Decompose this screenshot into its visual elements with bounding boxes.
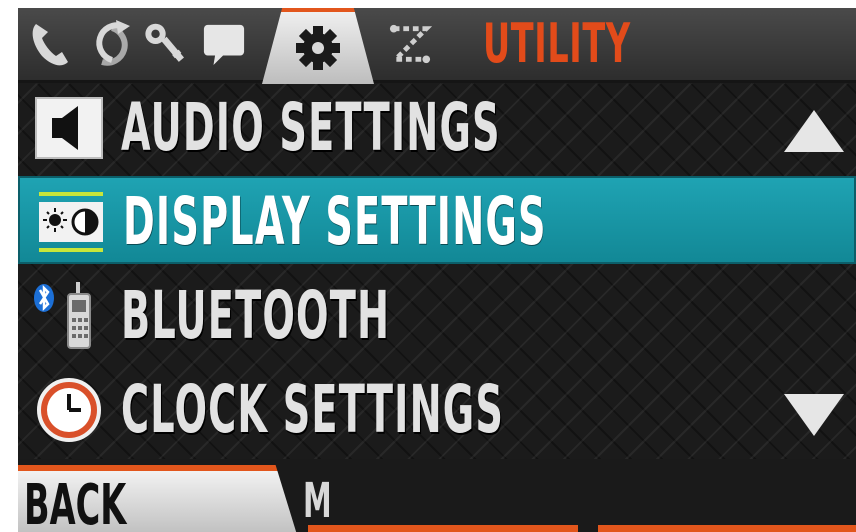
- menu-item-label: BLUETOOTH: [121, 277, 391, 354]
- partial-softkey-label: M: [303, 473, 332, 529]
- menu-item-display-settings[interactable]: DISPLAY SETTINGS: [18, 176, 856, 264]
- menu-item-label: DISPLAY SETTINGS: [123, 183, 547, 260]
- speaker-icon: [32, 94, 106, 162]
- menu-item-audio-settings[interactable]: AUDIO SETTINGS: [18, 84, 856, 172]
- softkey-accent-strip: [308, 525, 578, 532]
- menu-item-label: CLOCK SETTINGS: [121, 371, 505, 448]
- clock-icon: [32, 376, 106, 444]
- scroll-down-arrow-icon[interactable]: [782, 390, 846, 440]
- route-icon[interactable]: [388, 14, 432, 74]
- tab-bar: UTILITY: [18, 8, 856, 84]
- bluetooth-phone-icon: [32, 282, 106, 350]
- softkey-accent-strip: [598, 525, 856, 532]
- key-icon[interactable]: [142, 14, 186, 74]
- page-title: UTILITY: [483, 12, 631, 75]
- back-button[interactable]: BACK: [18, 465, 298, 532]
- menu-item-label: AUDIO SETTINGS: [121, 89, 501, 166]
- gear-icon: [293, 23, 343, 73]
- menu-item-bluetooth[interactable]: BLUETOOTH: [18, 272, 856, 360]
- bottom-bar: BACK M: [18, 459, 856, 532]
- back-button-label: BACK: [24, 473, 127, 532]
- tab-settings[interactable]: [262, 8, 374, 84]
- menu-item-clock-settings[interactable]: CLOCK SETTINGS: [18, 366, 856, 454]
- sync-icon[interactable]: [90, 14, 134, 74]
- screen: UTILITY AUDIO SETTINGS DISPLAY SETTINGS …: [18, 8, 856, 532]
- display-brightness-icon: [34, 188, 108, 256]
- speech-bubble-icon[interactable]: [202, 14, 246, 74]
- scroll-up-arrow-icon[interactable]: [782, 106, 846, 156]
- phone-icon[interactable]: [28, 14, 72, 74]
